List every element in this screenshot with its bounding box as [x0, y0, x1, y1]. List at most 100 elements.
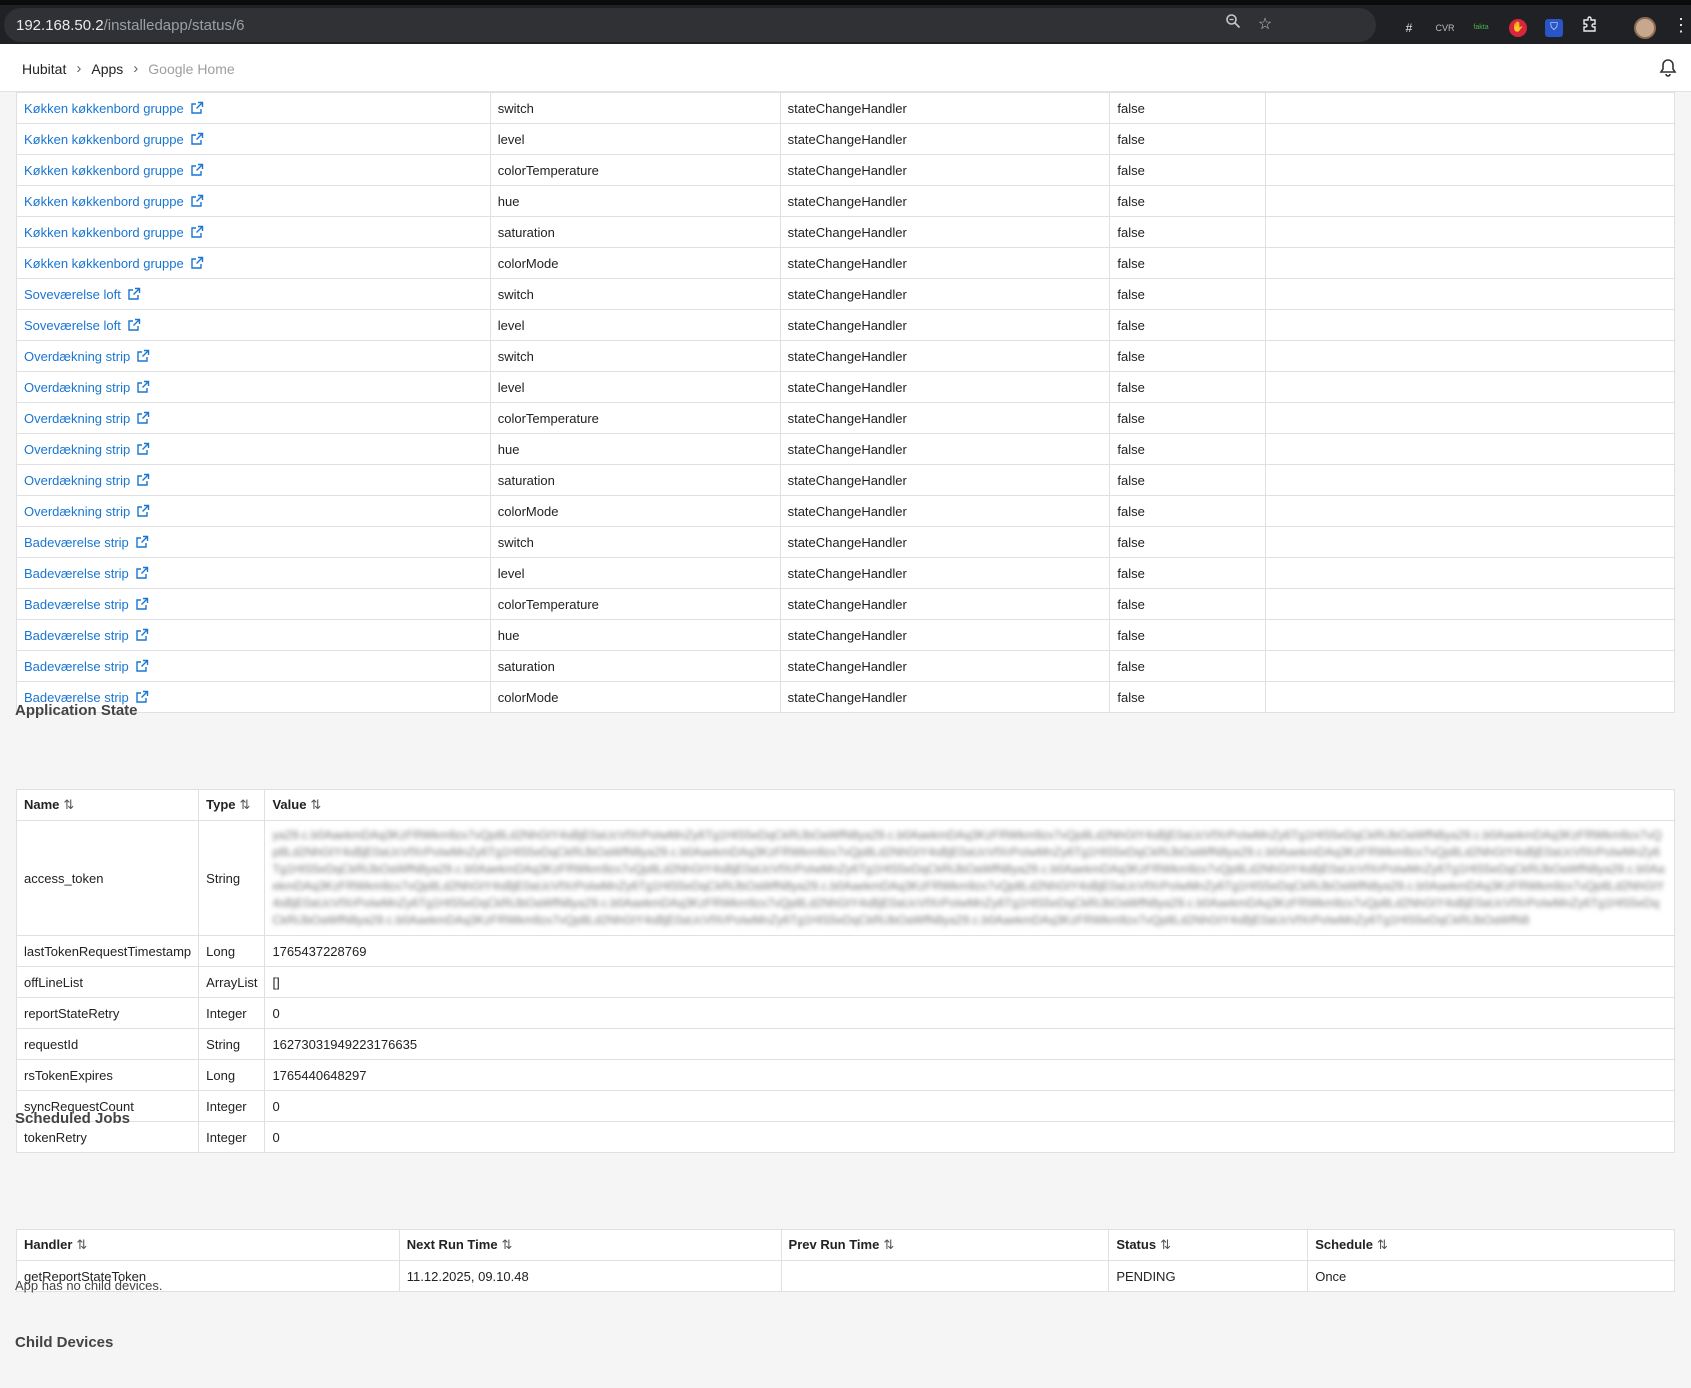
- col-header-type[interactable]: Type ⇅: [198, 789, 266, 821]
- table-row: tokenRetry Integer 0: [15, 1121, 1675, 1153]
- table-row: requestId String 16273031949223176635: [15, 1028, 1675, 1060]
- extra-cell: [1265, 433, 1675, 465]
- external-link-icon[interactable]: [136, 473, 150, 487]
- handler-cell: stateChangeHandler: [779, 340, 1111, 372]
- extra-cell: [1265, 309, 1675, 341]
- extension-hash-icon[interactable]: #: [1396, 15, 1422, 41]
- sort-icon[interactable]: ⇅: [310, 797, 321, 812]
- col-header-schedule[interactable]: Schedule ⇅: [1307, 1229, 1675, 1261]
- zoom-icon[interactable]: [1220, 12, 1246, 38]
- attribute-cell: level: [489, 309, 781, 341]
- handler-cell: stateChangeHandler: [779, 557, 1111, 589]
- handler-cell: stateChangeHandler: [779, 402, 1111, 434]
- sort-icon[interactable]: ⇅: [76, 1237, 87, 1252]
- breadcrumb-hubitat[interactable]: Hubitat: [22, 61, 66, 77]
- extra-cell: [1265, 185, 1675, 217]
- attribute-cell: level: [489, 371, 781, 403]
- device-link[interactable]: Overdækning strip: [24, 442, 150, 457]
- external-link-icon[interactable]: [135, 628, 149, 642]
- device-link[interactable]: Badeværelse strip: [24, 566, 149, 581]
- table-row: Soveværelse loft switch stateChangeHandler…: [16, 278, 1675, 310]
- extension-fakta-icon[interactable]: fakta: [1468, 15, 1494, 41]
- device-link[interactable]: Overdækning strip: [24, 380, 150, 395]
- external-link-icon[interactable]: [190, 256, 204, 270]
- col-header-next-run[interactable]: Next Run Time ⇅: [398, 1229, 782, 1261]
- external-link-icon[interactable]: [127, 318, 141, 332]
- device-link[interactable]: Køkken køkkenbord gruppe: [24, 101, 204, 116]
- state-type: String: [198, 1028, 266, 1060]
- handler-cell: stateChangeHandler: [779, 681, 1111, 713]
- external-link-icon[interactable]: [190, 163, 204, 177]
- device-link[interactable]: Badeværelse strip: [24, 659, 149, 674]
- extra-cell: [1265, 278, 1675, 310]
- device-link[interactable]: Soveværelse loft: [24, 287, 141, 302]
- sort-icon[interactable]: ⇅: [240, 797, 251, 812]
- device-link[interactable]: Badeværelse strip: [24, 628, 149, 643]
- profile-avatar[interactable]: [1634, 17, 1656, 39]
- device-cell: Soveværelse loft: [16, 309, 491, 341]
- filter-cell: false: [1109, 278, 1267, 310]
- device-link[interactable]: Køkken køkkenbord gruppe: [24, 132, 204, 147]
- state-value: 0: [264, 1090, 1675, 1122]
- external-link-icon[interactable]: [135, 566, 149, 580]
- extension-shield-red-icon[interactable]: ✋: [1509, 19, 1527, 37]
- extension-cvr-icon[interactable]: CVR: [1432, 15, 1458, 41]
- external-link-icon[interactable]: [136, 442, 150, 456]
- table-row: Soveværelse loft level stateChangeHandler f…: [16, 309, 1675, 341]
- external-link-icon[interactable]: [136, 411, 150, 425]
- external-link-icon[interactable]: [135, 597, 149, 611]
- attribute-cell: level: [489, 557, 781, 589]
- device-link[interactable]: Overdækning strip: [24, 504, 150, 519]
- sort-icon[interactable]: ⇅: [883, 1237, 894, 1252]
- device-link[interactable]: Badeværelse strip: [24, 597, 149, 612]
- device-link[interactable]: Soveværelse loft: [24, 318, 141, 333]
- extra-cell: [1265, 681, 1675, 713]
- col-header-name[interactable]: Name ⇅: [15, 789, 200, 821]
- external-link-icon[interactable]: [135, 535, 149, 549]
- bell-icon[interactable]: [1657, 57, 1679, 79]
- browser-menu-icon[interactable]: ⋮: [1672, 15, 1690, 36]
- extension-bitwarden-icon[interactable]: ⛉: [1545, 19, 1563, 37]
- device-link[interactable]: Køkken køkkenbord gruppe: [24, 256, 204, 271]
- external-link-icon[interactable]: [127, 287, 141, 301]
- device-link[interactable]: Køkken køkkenbord gruppe: [24, 225, 204, 240]
- col-header-handler[interactable]: Handler ⇅: [16, 1229, 400, 1261]
- device-link[interactable]: Overdækning strip: [24, 349, 150, 364]
- filter-cell: false: [1109, 681, 1267, 713]
- col-header-prev-run[interactable]: Prev Run Time ⇅: [780, 1229, 1110, 1261]
- filter-cell: false: [1109, 371, 1267, 403]
- col-header-value[interactable]: Value ⇅: [264, 789, 1675, 821]
- device-link[interactable]: Overdækning strip: [24, 411, 150, 426]
- table-row: lastTokenRequestTimestamp Long 17654372287…: [15, 935, 1675, 967]
- external-link-icon[interactable]: [136, 504, 150, 518]
- table-row: Overdækning strip level stateChangeHandler…: [16, 371, 1675, 403]
- attribute-cell: level: [489, 123, 781, 155]
- external-link-icon[interactable]: [190, 225, 204, 239]
- device-link[interactable]: Køkken køkkenbord gruppe: [24, 163, 204, 178]
- external-link-icon[interactable]: [190, 132, 204, 146]
- url-text[interactable]: 192.168.50.2/installedapp/status/6: [16, 17, 245, 34]
- external-link-icon[interactable]: [136, 349, 150, 363]
- address-bar[interactable]: 192.168.50.2/installedapp/status/6 ☆: [4, 8, 1376, 42]
- device-link[interactable]: Køkken køkkenbord gruppe: [24, 194, 204, 209]
- sort-icon[interactable]: ⇅: [1377, 1237, 1388, 1252]
- sort-icon[interactable]: ⇅: [1160, 1237, 1171, 1252]
- table-row: Badeværelse strip saturation stateChangeHa…: [16, 650, 1675, 682]
- device-link[interactable]: Overdækning strip: [24, 473, 150, 488]
- extensions-puzzle-icon[interactable]: [1577, 15, 1603, 41]
- device-link[interactable]: Badeværelse strip: [24, 535, 149, 550]
- extra-cell: [1265, 402, 1675, 434]
- breadcrumb-apps[interactable]: Apps: [91, 61, 123, 77]
- sort-icon[interactable]: ⇅: [63, 797, 74, 812]
- state-type: Long: [198, 1059, 266, 1091]
- external-link-icon[interactable]: [190, 194, 204, 208]
- external-link-icon[interactable]: [190, 101, 204, 115]
- external-link-icon[interactable]: [135, 659, 149, 673]
- bookmark-star-icon[interactable]: ☆: [1252, 12, 1278, 38]
- sort-icon[interactable]: ⇅: [502, 1237, 513, 1252]
- device-cell: Badeværelse strip: [16, 588, 491, 620]
- handler-cell: stateChangeHandler: [779, 309, 1111, 341]
- external-link-icon[interactable]: [136, 380, 150, 394]
- col-header-status[interactable]: Status ⇅: [1108, 1229, 1309, 1261]
- table-row: Overdækning strip colorMode stateChangeHan…: [16, 495, 1675, 527]
